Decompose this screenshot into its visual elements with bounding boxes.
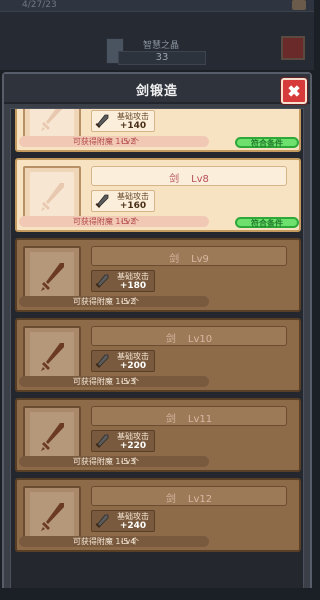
enchant-bar: 可获得附魔 1-5 个 Lv2 [19, 136, 209, 147]
item-level: Lv11 [187, 414, 213, 425]
attack-label: 基础攻击 [117, 192, 149, 201]
attack-sword-icon [95, 274, 109, 288]
bottom-strip [0, 588, 314, 600]
attack-box: 基础攻击 +160 [91, 190, 155, 212]
attack-value: +160 [119, 201, 147, 211]
item-level: Lv9 [191, 254, 209, 265]
enchant-label: 可获得附魔 [72, 137, 113, 146]
owned-text: 符合条件 [251, 219, 283, 228]
item-name-box: 剑 Lv11 [91, 406, 287, 426]
background-count: 33 [118, 51, 206, 65]
panel-header: 剑锻造 [4, 74, 310, 104]
attack-sword-icon [95, 354, 109, 368]
attack-label: 基础攻击 [117, 272, 149, 281]
attack-box: 基础攻击 +200 [91, 350, 155, 372]
attack-sword-icon [95, 114, 109, 128]
attack-sword-icon [95, 194, 109, 208]
item-level: Lv8 [191, 174, 209, 185]
enchant-label: 可获得附魔 [72, 457, 113, 466]
forge-item-card[interactable]: 剑 Lv12 基础攻击 +240 可获得附魔 1-5 个 Lv4 [15, 478, 301, 552]
attack-box: 基础攻击 +220 [91, 430, 155, 452]
close-x-icon [288, 85, 300, 97]
sword-icon [41, 263, 64, 291]
background-close-button[interactable] [281, 36, 305, 60]
close-button[interactable] [281, 78, 307, 104]
attack-box: 基础攻击 +240 [91, 510, 155, 532]
owned-badge: 符合条件 [235, 217, 299, 228]
forge-item-card[interactable]: 剑 Lv8 基础攻击 +160 可获得附魔 1-5 个 Lv2 符合条件 [15, 158, 301, 232]
enchant-bar: 可获得附魔 1-5 个 Lv2 [19, 296, 209, 307]
sword-icon [41, 503, 64, 531]
enchant-bar: 可获得附魔 1-5 个 Lv4 [19, 536, 209, 547]
attack-value: +200 [119, 361, 147, 371]
forge-item-card[interactable]: 剑 Lv9 基础攻击 +180 可获得附魔 1-5 个 Lv2 [15, 238, 301, 312]
forge-item-card[interactable]: 剑Lv7 基础攻击 +140 可获得附魔 1-5 个 Lv2 符合条件 [15, 109, 301, 152]
enchant-bar: 可获得附魔 1-5 个 Lv3 [19, 456, 209, 467]
attack-box: 基础攻击 +140 [91, 110, 155, 132]
item-level: Lv10 [187, 334, 213, 345]
enchant-label: 可获得附魔 [72, 297, 113, 306]
item-name: 剑 [165, 414, 176, 425]
attack-value: +140 [119, 121, 147, 131]
item-name-box: 剑 Lv8 [91, 166, 287, 186]
enchant-label: 可获得附魔 [72, 217, 113, 226]
item-name-box: 剑 Lv12 [91, 486, 287, 506]
sword-icon [41, 343, 64, 371]
enchant-level: Lv2 [121, 217, 136, 226]
attack-label: 基础攻击 [117, 512, 149, 521]
owned-badge: 符合条件 [235, 137, 299, 148]
sword-icon [41, 423, 64, 451]
item-name-box: 剑 Lv9 [91, 246, 287, 266]
attack-value: +240 [119, 521, 147, 531]
enchant-label: 可获得附魔 [72, 377, 113, 386]
item-name: 剑 [169, 174, 180, 185]
item-name: 剑 [165, 494, 176, 505]
top-status-bar: 4/27/23 [0, 0, 314, 12]
enchant-level: Lv4 [121, 537, 136, 546]
attack-sword-icon [95, 514, 109, 528]
enchant-level: Lv2 [121, 137, 136, 146]
enchant-bar: 可获得附魔 1-5 个 Lv2 [19, 216, 209, 227]
attack-box: 基础攻击 +180 [91, 270, 155, 292]
owned-text: 符合条件 [251, 139, 283, 148]
forge-item-card[interactable]: 剑 Lv11 基础攻击 +220 可获得附魔 1-5 个 Lv3 [15, 398, 301, 472]
sword-icon [41, 109, 63, 131]
item-name: 剑 [169, 254, 180, 265]
top-status-text: 4/27/23 [22, 0, 57, 10]
attack-label: 基础攻击 [117, 432, 149, 441]
attack-value: +220 [119, 441, 147, 451]
item-level: Lv12 [187, 494, 213, 505]
attack-sword-icon [95, 434, 109, 448]
attack-label: 基础攻击 [117, 352, 149, 361]
item-name-box: 剑 Lv10 [91, 326, 287, 346]
enchant-level: Lv3 [121, 457, 136, 466]
enchant-label: 可获得附魔 [72, 537, 113, 546]
panel-title: 剑锻造 [135, 84, 178, 99]
attack-label: 基础攻击 [117, 112, 149, 121]
enchant-level: Lv2 [121, 297, 136, 306]
background-panel-title: 智慧之晶 [142, 41, 179, 51]
enchant-bar: 可获得附魔 1-5 个 Lv3 [19, 376, 209, 387]
attack-value: +180 [119, 281, 147, 291]
currency-icon [292, 0, 306, 10]
enchant-level: Lv3 [121, 377, 136, 386]
item-list[interactable]: 剑Lv7 基础攻击 +140 可获得附魔 1-5 个 Lv2 符合条件 [10, 108, 304, 592]
forge-item-card[interactable]: 剑 Lv10 基础攻击 +200 可获得附魔 1-5 个 Lv3 [15, 318, 301, 392]
sword-icon [41, 183, 64, 211]
item-name: 剑 [165, 334, 176, 345]
forge-panel: 剑锻造 剑Lv7 基础攻击 [2, 72, 312, 596]
